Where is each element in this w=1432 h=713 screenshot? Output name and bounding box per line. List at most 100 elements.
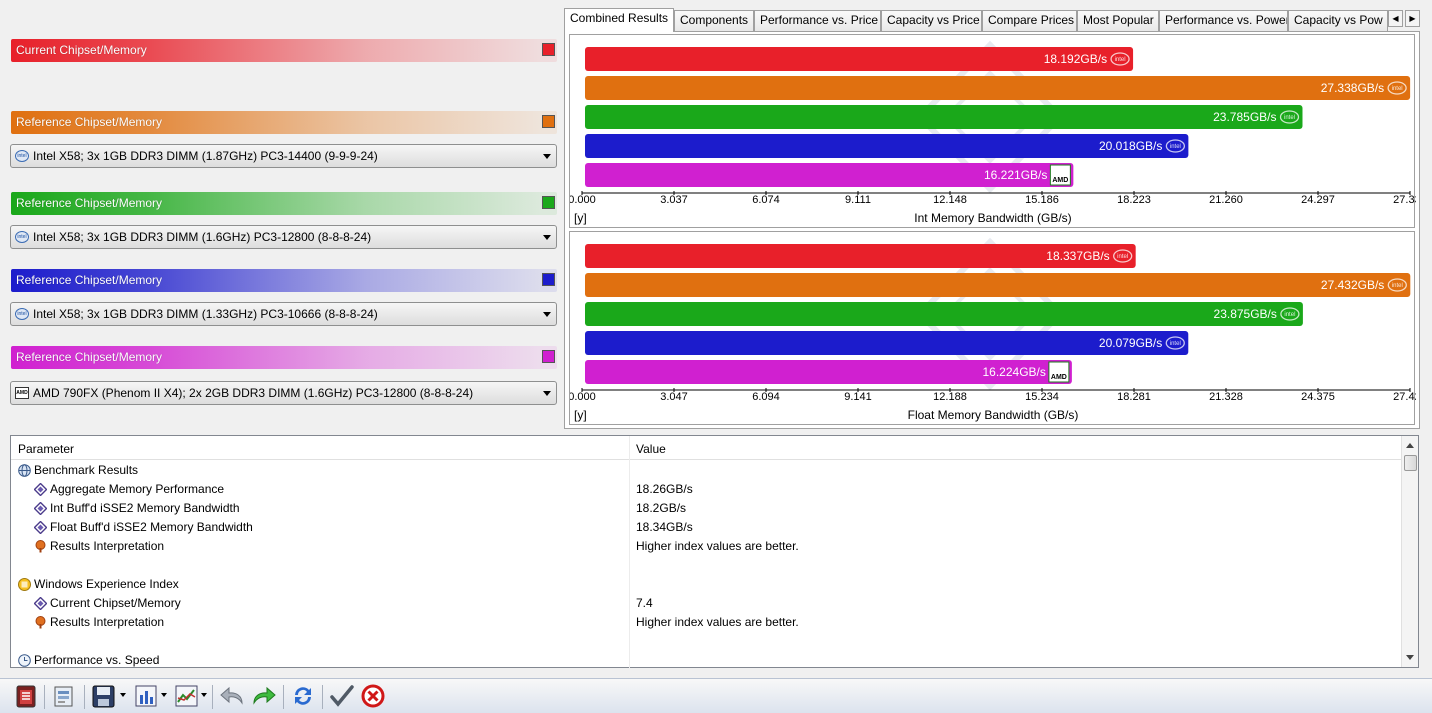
redo-icon[interactable] (250, 682, 278, 710)
reference-device-select-2[interactable]: intel Intel X58; 3x 1GB DDR3 DIMM (1.6GH… (10, 225, 557, 249)
x-tick-label: 24.297 (1301, 194, 1335, 206)
chevron-down-icon[interactable] (543, 154, 551, 159)
x-tick-label: 6.094 (752, 391, 780, 403)
info-pin-icon (35, 616, 46, 629)
save-icon[interactable] (90, 682, 118, 710)
table-row[interactable]: Benchmark Results (11, 461, 1403, 480)
value-cell: 18.34GB/s (636, 520, 693, 534)
close-icon[interactable] (12, 682, 40, 710)
bar-value-label: 20.018GB/s (1099, 139, 1162, 153)
reference-label-2[interactable]: Reference Chipset/Memory (11, 192, 557, 215)
reference-label-1[interactable]: Reference Chipset/Memory (11, 111, 557, 134)
graph-icon[interactable] (172, 682, 200, 710)
scroll-down-icon[interactable] (1406, 655, 1414, 660)
table-row[interactable]: Results Interpretation Higher index value… (11, 537, 1403, 556)
intel-badge-text: intel (1392, 283, 1403, 289)
x-tick-label: 21.260 (1209, 194, 1243, 206)
refresh-icon[interactable] (289, 682, 317, 710)
tab-most-popular[interactable]: Most Popular (1077, 10, 1159, 31)
results-table[interactable]: Parameter Value Benchmark Results Aggrega… (10, 435, 1419, 668)
intel-icon: intel (15, 231, 29, 243)
chevron-down-icon[interactable] (543, 235, 551, 240)
reference-label-4[interactable]: Reference Chipset/Memory (11, 346, 557, 369)
diamond-icon (34, 597, 47, 610)
tab-scroll-left-icon[interactable]: ◀ (1388, 10, 1403, 27)
chart-bar (585, 105, 1303, 129)
amd-badge-text: AMD (1051, 374, 1067, 381)
parameter-cell: Aggregate Memory Performance (50, 482, 225, 496)
reference-device-text: AMD 790FX (Phenom II X4); 2x 2GB DDR3 DI… (33, 386, 474, 400)
table-row[interactable]: Aggregate Memory Performance 18.26GB/s (11, 480, 1403, 499)
x-tick-label: 0.000 (570, 391, 596, 403)
info-pin-icon (35, 540, 46, 553)
reference-label-3[interactable]: Reference Chipset/Memory (11, 269, 557, 292)
table-row[interactable]: Results Interpretation Higher index value… (11, 613, 1403, 632)
column-header-parameter[interactable]: Parameter (18, 442, 74, 456)
value-cell: Higher index values are better. (636, 615, 799, 629)
chevron-down-icon[interactable] (543, 391, 551, 396)
table-row[interactable]: Current Chipset/Memory 7.4 (11, 594, 1403, 613)
report-icon[interactable] (50, 682, 78, 710)
graph-dropdown-icon[interactable] (201, 693, 207, 697)
table-row[interactable]: Int Buff'd iSSE2 Memory Bandwidth 18.2GB/… (11, 499, 1403, 518)
intel-icon: intel (15, 308, 29, 320)
reference-label-text: Reference Chipset/Memory (16, 196, 163, 210)
vertical-scrollbar[interactable] (1401, 436, 1418, 667)
intel-badge-text: intel (1115, 57, 1126, 63)
sandra-results-window: Current Chipset/Memory Reference Chipset… (0, 0, 1432, 713)
current-chipset-label[interactable]: Current Chipset/Memory (11, 39, 557, 62)
reference-device-select-3[interactable]: intel Intel X58; 3x 1GB DDR3 DIMM (1.33G… (10, 302, 557, 326)
bar-value-label: 18.337GB/s (1046, 249, 1109, 263)
diamond-icon (34, 483, 47, 496)
chart-icon[interactable] (132, 682, 160, 710)
tab-combined-results[interactable]: Combined Results (564, 8, 674, 32)
table-row[interactable]: Performance vs. Speed (11, 651, 1403, 670)
reference-label-text: Reference Chipset/Memory (16, 273, 163, 287)
reference-color-swatch[interactable] (542, 350, 555, 363)
intel-icon: intel (15, 150, 29, 162)
chevron-down-icon[interactable] (543, 312, 551, 317)
diamond-icon (34, 502, 47, 515)
x-tick-label: 12.148 (933, 194, 967, 206)
tab-components[interactable]: Components (674, 10, 754, 31)
current-color-swatch[interactable] (542, 43, 555, 56)
ok-check-icon[interactable] (328, 682, 356, 710)
value-cell: 7.4 (636, 596, 653, 610)
x-tick-label: 24.375 (1301, 391, 1335, 403)
table-row[interactable]: Float Buff'd iSSE2 Memory Bandwidth 18.34… (11, 518, 1403, 537)
tab-compare-prices[interactable]: Compare Prices (982, 10, 1077, 31)
undo-icon[interactable] (218, 682, 246, 710)
bar-value-label: 23.875GB/s (1214, 307, 1277, 321)
intel-badge-text: intel (1170, 341, 1181, 347)
table-row[interactable]: Windows Experience Index (11, 575, 1403, 594)
x-tick-label: 15.234 (1025, 391, 1059, 403)
reference-color-swatch[interactable] (542, 115, 555, 128)
x-axis-label: Int Memory Bandwidth (GB/s) (914, 211, 1071, 225)
x-tick-label: 27.334 (1393, 194, 1416, 206)
save-dropdown-icon[interactable] (120, 693, 126, 697)
tab-performance-vs-power[interactable]: Performance vs. Power (1159, 10, 1288, 31)
value-cell: Higher index values are better. (636, 539, 799, 553)
scroll-thumb[interactable] (1404, 455, 1417, 471)
tab-capacity-vs-power[interactable]: Capacity vs Pow (1288, 10, 1388, 31)
clock-icon (18, 654, 31, 667)
reference-device-select-4[interactable]: AMD AMD 790FX (Phenom II X4); 2x 2GB DDR… (10, 381, 557, 405)
y-axis-label: [y] (574, 408, 587, 422)
reference-color-swatch[interactable] (542, 196, 555, 209)
x-tick-label: 12.188 (933, 391, 967, 403)
column-header-value[interactable]: Value (636, 442, 666, 456)
parameter-cell: Results Interpretation (50, 615, 165, 629)
tab-capacity-vs-price[interactable]: Capacity vs Price (881, 10, 982, 31)
x-tick-label: 18.223 (1117, 194, 1151, 206)
cancel-icon[interactable] (359, 682, 387, 710)
int-bandwidth-chart: 18.192GB/s intel 27.338GB/s intel 23.785GB/s… (569, 34, 1416, 228)
scroll-up-icon[interactable] (1406, 443, 1414, 448)
x-tick-label: 21.328 (1209, 391, 1243, 403)
value-cell: 18.2GB/s (636, 501, 687, 515)
tab-scroll-right-icon[interactable]: ▶ (1405, 10, 1420, 27)
chart-dropdown-icon[interactable] (161, 693, 167, 697)
tab-performance-vs-price[interactable]: Performance vs. Price (754, 10, 881, 31)
bar-value-label: 16.221GB/s (984, 168, 1047, 182)
reference-color-swatch[interactable] (542, 273, 555, 286)
reference-device-select-1[interactable]: intel Intel X58; 3x 1GB DDR3 DIMM (1.87G… (10, 144, 557, 168)
